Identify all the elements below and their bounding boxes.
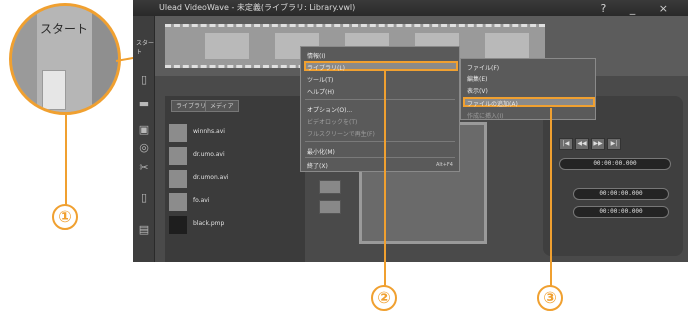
timecode-start[interactable]: 00:00:00.000: [573, 188, 669, 200]
side-button[interactable]: [319, 200, 341, 214]
callout-2-badge: ②: [371, 285, 397, 311]
menu-item-tools[interactable]: ツール(T): [307, 75, 333, 84]
library-panel: ライブラリ メディア winnhs.avi dr.umo.avi dr.umon…: [165, 96, 305, 262]
thumbnail: [169, 170, 187, 188]
thumbnail: [169, 124, 187, 142]
list-item[interactable]: dr.umo.avi: [169, 145, 299, 167]
film-frame[interactable]: [205, 33, 249, 59]
context-menu: 情報(I) ライブラリ(L) ツール(T) ヘルプ(H) オプション(O)...…: [300, 46, 460, 172]
callout-1-badge: ①: [52, 204, 78, 230]
side-button-group: [319, 180, 343, 220]
menu-item-video-lock: ビデオロックを(T): [307, 119, 358, 126]
timecode-current: 00:00:00.000: [559, 158, 671, 170]
submenu-item-file[interactable]: ファイル(F): [467, 63, 499, 72]
title-bar: Ulead VideoWave - 未定義(ライブラリ: Library.vwl…: [133, 0, 688, 16]
menu-separator: [305, 99, 455, 100]
file-name: black.pmp: [193, 220, 225, 227]
menu-item-fullscreen: フルスクリーンで再生(F): [307, 131, 375, 138]
file-name: fo.avi: [193, 197, 210, 204]
submenu-item-edit[interactable]: 編集(E): [467, 74, 487, 83]
document-icon[interactable]: ▯: [138, 192, 150, 204]
exit-accelerator: Alt+F4: [435, 162, 453, 168]
callout-3-badge: ③: [537, 285, 563, 311]
go-start-button[interactable]: |◀: [559, 138, 573, 150]
submenu-item-add-file[interactable]: ファイルの追加(A): [467, 99, 518, 108]
timecode-end[interactable]: 00:00:00.000: [573, 206, 669, 218]
menu-item-info[interactable]: 情報(I): [307, 51, 325, 60]
videowave-window: Ulead VideoWave - 未定義(ライブラリ: Library.vwl…: [133, 0, 688, 262]
side-button[interactable]: [319, 180, 341, 194]
manual-figure: スタート Ulead VideoWave - 未定義(ライブラリ: Librar…: [0, 0, 696, 317]
list-item[interactable]: fo.avi: [169, 191, 299, 213]
list-item[interactable]: black.pmp: [169, 214, 299, 236]
tab-media[interactable]: メディア: [205, 100, 239, 112]
zoom-start-tab: [42, 70, 66, 110]
menu-item-exit[interactable]: 終了(X): [307, 161, 328, 170]
file-name: dr.umon.avi: [193, 174, 229, 181]
thumbnail: [169, 216, 187, 234]
menu-item-help[interactable]: ヘルプ(H): [307, 87, 334, 96]
list-item[interactable]: dr.umon.avi: [169, 168, 299, 190]
transport-controls: |◀ ◀◀ ▶▶ ▶|: [559, 130, 623, 150]
window-title: Ulead VideoWave - 未定義(ライブラリ: Library.vwl…: [159, 3, 356, 12]
folder-icon[interactable]: ▬: [138, 98, 150, 110]
rewind-button[interactable]: ◀◀: [575, 138, 589, 150]
library-submenu: ファイル(F) 編集(E) 表示(V) ファイルの追加(A) 作成に挿入(I): [460, 58, 596, 120]
menu-item-library[interactable]: ライブラリ(L): [307, 63, 345, 72]
left-toolbar: スタート ▯ ▬ ▣ ◎ ✂ ▯ ▤: [133, 16, 155, 262]
trash-icon[interactable]: ▤: [138, 224, 150, 236]
menu-item-options[interactable]: オプション(O)...: [307, 105, 352, 114]
file-name: dr.umo.avi: [193, 151, 225, 158]
playback-panel: |◀ ◀◀ ▶▶ ▶| 00:00:00.000 00:00:00.000 00:00…: [543, 96, 683, 256]
callout-1-line: [65, 115, 67, 205]
window-controls[interactable]: ? _ ×: [600, 1, 678, 17]
file-icon[interactable]: ▯: [138, 74, 150, 86]
submenu-item-view[interactable]: 表示(V): [467, 86, 488, 95]
library-list: winnhs.avi dr.umo.avi dr.umon.avi fo.avi…: [169, 122, 299, 237]
zoom-callout: スタート: [9, 3, 121, 115]
thumbnail: [169, 147, 187, 165]
menu-separator: [305, 157, 455, 158]
start-tab[interactable]: スタート: [136, 38, 154, 56]
zoom-start-label: スタート: [40, 22, 89, 36]
callout-3-line: [550, 108, 552, 286]
submenu-item-insert: 作成に挿入(I): [467, 113, 504, 120]
disc-icon[interactable]: ◎: [138, 142, 150, 154]
callout-2-line: [384, 70, 386, 286]
thumbnail: [169, 193, 187, 211]
menu-separator: [305, 141, 455, 142]
menu-item-minimize[interactable]: 最小化(M): [307, 147, 335, 156]
list-item[interactable]: winnhs.avi: [169, 122, 299, 144]
scissors-icon[interactable]: ✂: [138, 162, 150, 174]
monitor-icon[interactable]: ▣: [138, 124, 150, 136]
fast-forward-button[interactable]: ▶▶: [591, 138, 605, 150]
go-end-button[interactable]: ▶|: [607, 138, 621, 150]
file-name: winnhs.avi: [193, 128, 225, 135]
film-frame[interactable]: [485, 33, 529, 59]
